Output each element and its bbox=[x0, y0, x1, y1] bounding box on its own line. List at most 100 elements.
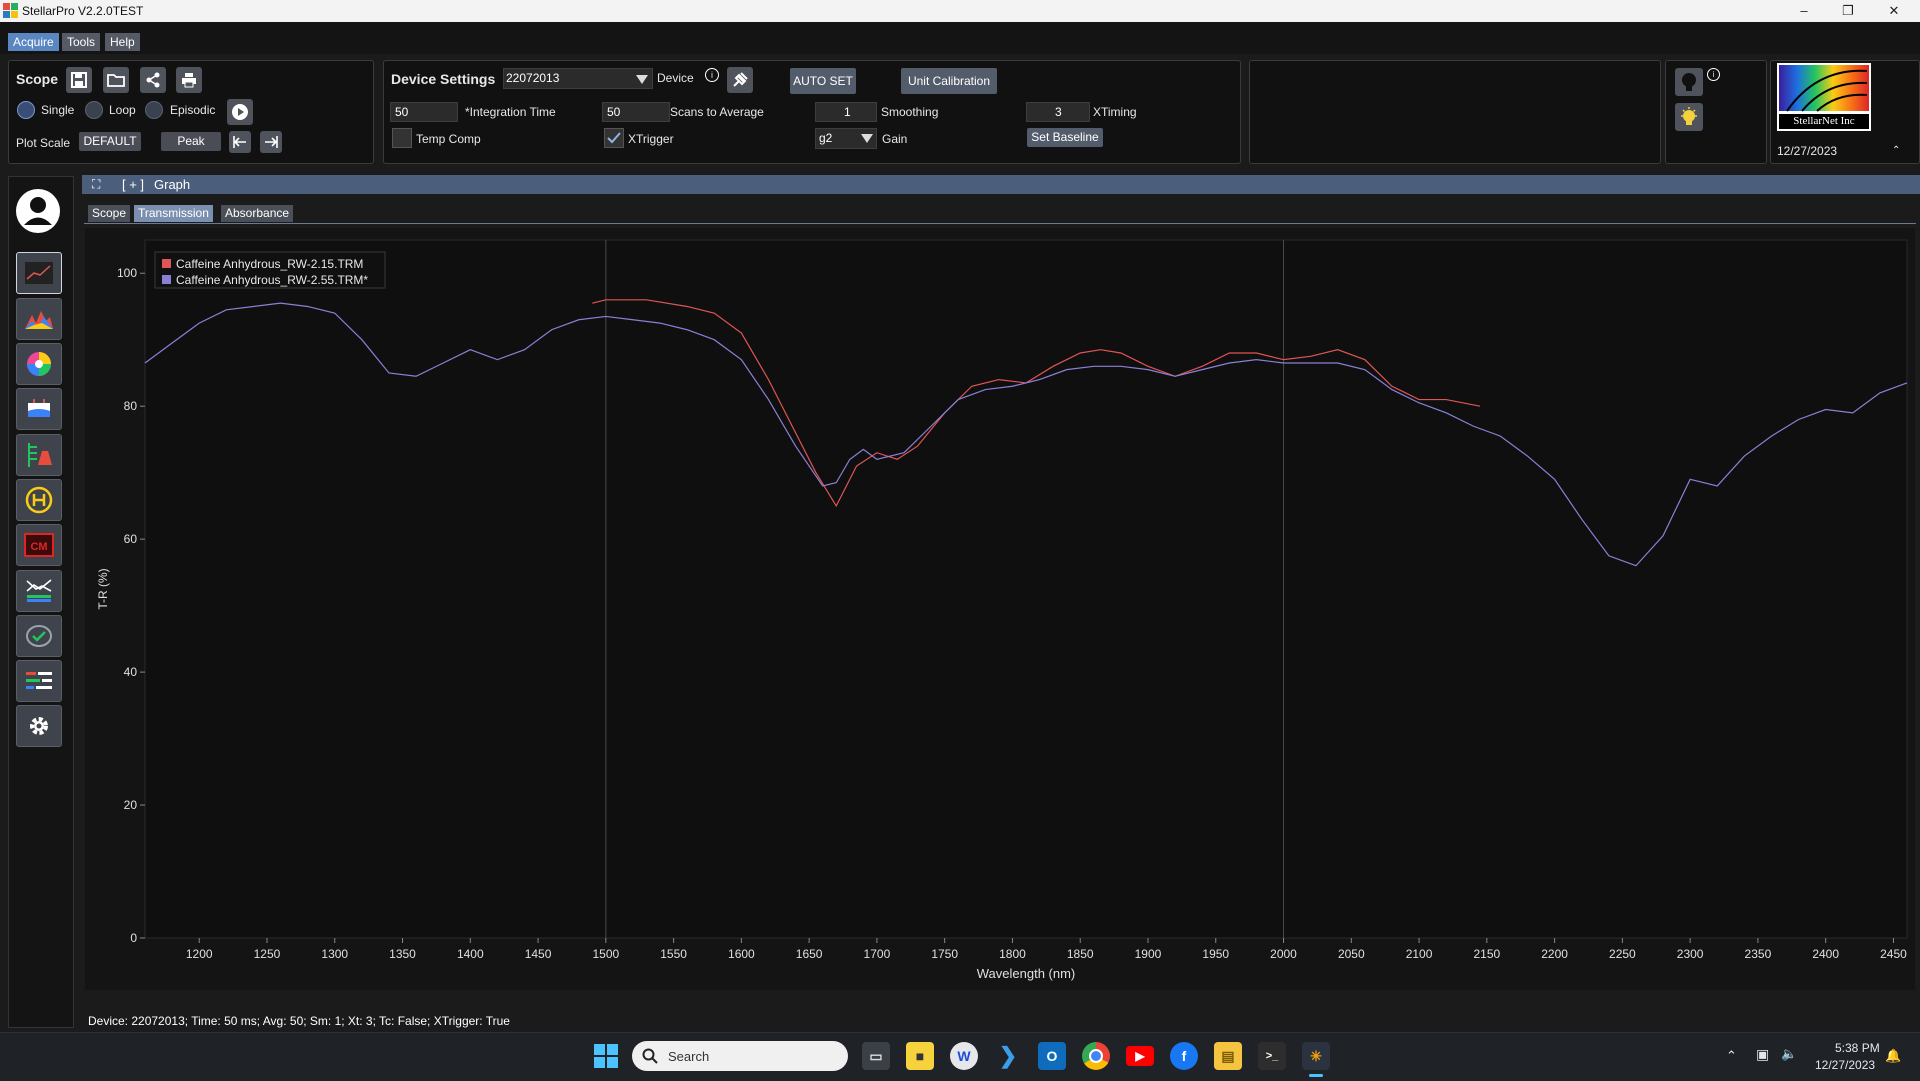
tab-scope[interactable]: Scope bbox=[88, 205, 131, 222]
gain-select[interactable]: g2 bbox=[815, 128, 877, 149]
x-tick-label: 1900 bbox=[1135, 947, 1162, 961]
speaker-muted-icon[interactable]: 🔈 bbox=[1781, 1046, 1797, 1062]
next-peak-button[interactable] bbox=[260, 131, 282, 153]
connect-device-button[interactable] bbox=[727, 67, 753, 93]
device-select[interactable]: 22072013 bbox=[503, 68, 653, 89]
facebook-icon[interactable]: f bbox=[1170, 1042, 1198, 1070]
minimize-button[interactable]: – bbox=[1782, 0, 1826, 22]
cm-display-icon: CM bbox=[24, 533, 54, 557]
data-view-button[interactable] bbox=[16, 660, 62, 702]
vscode-icon[interactable]: ❯ bbox=[994, 1042, 1022, 1070]
print-icon bbox=[182, 73, 196, 88]
mode-single-radio[interactable] bbox=[17, 101, 35, 119]
lamp-on-button[interactable] bbox=[1675, 103, 1703, 131]
transmission-chart[interactable]: 1200 1250 1300 1350 1400 1450 1500 1550 1600 1650… bbox=[85, 228, 1915, 990]
device-settings-title: Device Settings bbox=[391, 71, 496, 87]
tray-chevron-icon[interactable]: ⌃ bbox=[1726, 1048, 1737, 1064]
plot-area[interactable]: 1200 1250 1300 1350 1400 1450 1500 1550 1600 1650… bbox=[85, 228, 1915, 990]
mode-episodic-radio[interactable] bbox=[145, 101, 163, 119]
trend-chart-icon bbox=[26, 579, 52, 602]
app-logo-icon bbox=[3, 3, 18, 18]
menu-tools[interactable]: Tools bbox=[62, 33, 101, 51]
collapse-icon[interactable]: ⌃ bbox=[1892, 145, 1900, 156]
restore-button[interactable]: ❐ bbox=[1826, 0, 1870, 22]
youtube-icon[interactable]: ▶ bbox=[1126, 1046, 1154, 1066]
xtiming-input[interactable]: 3 bbox=[1026, 102, 1090, 122]
browser-w-icon[interactable]: W bbox=[950, 1042, 978, 1070]
cm-view-button[interactable]: CM bbox=[16, 524, 62, 566]
y-tick-label: 60 bbox=[124, 532, 138, 546]
x-tick-label: 1800 bbox=[999, 947, 1026, 961]
auto-set-button[interactable]: AUTO SET bbox=[790, 68, 856, 94]
notification-bell-icon[interactable]: 🔔 bbox=[1885, 1048, 1901, 1064]
title-bar: StellarPro V2.2.0TEST – ❐ ✕ bbox=[0, 0, 1920, 22]
set-baseline-button[interactable]: Set Baseline bbox=[1027, 128, 1103, 147]
x-tick-label: 1950 bbox=[1202, 947, 1229, 961]
plot-scale-button[interactable]: DEFAULT bbox=[79, 132, 141, 151]
integration-time-input[interactable]: 50 bbox=[390, 102, 458, 122]
terminal-icon[interactable]: >_ bbox=[1258, 1042, 1286, 1070]
taskbar-time[interactable]: 5:38 PM bbox=[1835, 1041, 1880, 1055]
x-tick-label: 1550 bbox=[660, 947, 687, 961]
mode-loop-radio[interactable] bbox=[85, 101, 103, 119]
sticky-notes-icon[interactable]: ■ bbox=[906, 1042, 934, 1070]
print-button[interactable] bbox=[176, 67, 202, 93]
trend-view-button[interactable] bbox=[16, 570, 62, 612]
lamp-info-icon[interactable]: i bbox=[1707, 68, 1720, 81]
start-button[interactable] bbox=[594, 1044, 618, 1068]
mode-loop-label: Loop bbox=[109, 103, 136, 117]
graph-expand-toggle[interactable]: [ + ] bbox=[122, 177, 144, 192]
taskbar-search[interactable]: Search bbox=[632, 1041, 848, 1071]
tab-transmission[interactable]: Transmission bbox=[134, 205, 213, 222]
integration-time-label: *Integration Time bbox=[465, 105, 556, 119]
play-button[interactable] bbox=[227, 99, 253, 125]
lightbulb-on-icon bbox=[1681, 107, 1697, 125]
expand-icon[interactable]: ⛶ bbox=[92, 177, 100, 192]
settings-button[interactable] bbox=[16, 705, 62, 747]
scans-to-average-label: Scans to Average bbox=[670, 105, 764, 119]
info-icon[interactable]: i bbox=[705, 68, 719, 82]
peak-button[interactable]: Peak bbox=[161, 132, 221, 151]
check-view-button[interactable] bbox=[16, 615, 62, 657]
xtrigger-checkbox[interactable] bbox=[604, 128, 624, 148]
user-avatar-icon[interactable] bbox=[15, 188, 61, 234]
taskbar-date[interactable]: 12/27/2023 bbox=[1815, 1058, 1875, 1072]
measurement-view-button[interactable] bbox=[16, 388, 62, 430]
network-icon[interactable]: ▣ bbox=[1756, 1046, 1769, 1063]
save-button[interactable] bbox=[66, 67, 92, 93]
logo-date: 12/27/2023 bbox=[1777, 144, 1838, 158]
file-explorer-icon[interactable]: ▤ bbox=[1214, 1042, 1242, 1070]
task-view-icon[interactable]: ▭ bbox=[862, 1042, 890, 1070]
cuvette-icon bbox=[28, 399, 50, 417]
arrow-right-bar-icon bbox=[265, 136, 278, 148]
spectrum-view-button[interactable] bbox=[16, 298, 62, 340]
lamp-off-button[interactable] bbox=[1675, 68, 1703, 96]
prev-peak-button[interactable] bbox=[229, 131, 251, 153]
chemistry-view-button[interactable] bbox=[16, 434, 62, 476]
windows-logo-icon bbox=[594, 1044, 618, 1068]
play-icon bbox=[232, 104, 248, 120]
scope-view-button[interactable] bbox=[16, 252, 62, 294]
scans-to-average-input[interactable]: 50 bbox=[602, 102, 670, 122]
temp-comp-checkbox[interactable] bbox=[392, 128, 412, 148]
legend-label: Caffeine Anhydrous_RW-2.55.TRM* bbox=[176, 273, 368, 287]
x-tick-label: 1350 bbox=[389, 947, 416, 961]
menu-acquire[interactable]: Acquire bbox=[8, 33, 59, 51]
outlook-icon[interactable]: O bbox=[1038, 1042, 1066, 1070]
chrome-icon[interactable] bbox=[1082, 1042, 1110, 1070]
x-tick-label: 1600 bbox=[728, 947, 755, 961]
share-button[interactable] bbox=[140, 67, 166, 93]
save-icon bbox=[71, 72, 87, 88]
stellarpro-taskbar-icon[interactable]: ✳ bbox=[1302, 1042, 1330, 1070]
close-button[interactable]: ✕ bbox=[1872, 0, 1916, 22]
h-mode-button[interactable] bbox=[16, 479, 62, 521]
status-text: Device: 22072013; Time: 50 ms; Avg: 50; … bbox=[88, 1014, 510, 1028]
svg-text:CM: CM bbox=[30, 541, 47, 553]
y-tick-label: 0 bbox=[130, 931, 137, 945]
open-folder-button[interactable] bbox=[103, 67, 129, 93]
tab-absorbance[interactable]: Absorbance bbox=[221, 205, 294, 222]
smoothing-input[interactable]: 1 bbox=[815, 102, 877, 122]
menu-help[interactable]: Help bbox=[105, 33, 140, 51]
unit-calibration-button[interactable]: Unit Calibration bbox=[901, 68, 997, 94]
color-view-button[interactable] bbox=[16, 343, 62, 385]
